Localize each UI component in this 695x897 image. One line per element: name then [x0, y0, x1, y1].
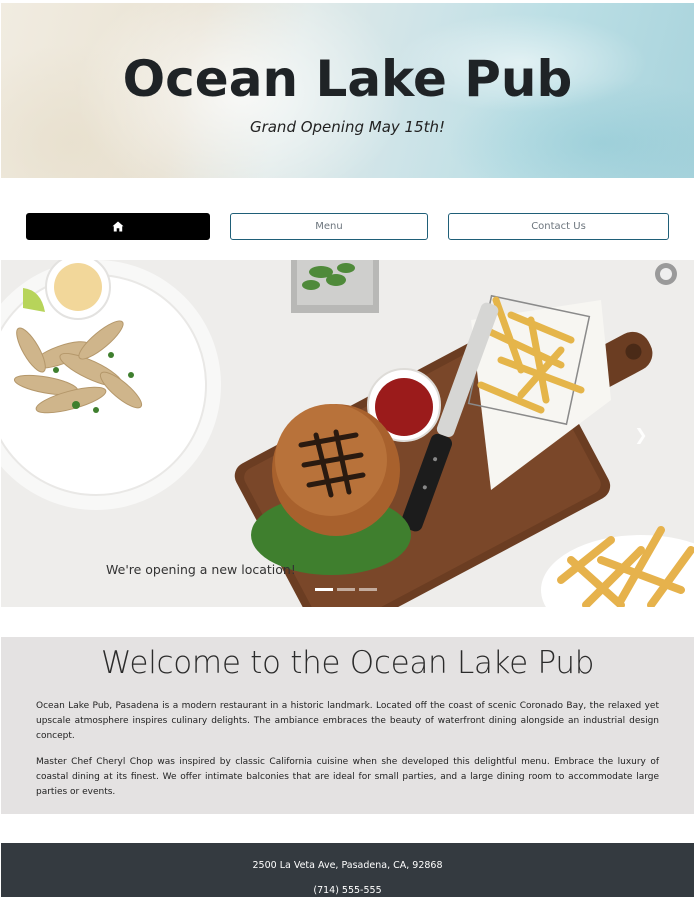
footer: 2500 La Veta Ave, Pasadena, CA, 92868 (7… — [1, 843, 694, 897]
chevron-right-icon: ❯ — [634, 424, 648, 444]
carousel-next-button[interactable]: ❯ — [631, 420, 651, 448]
nav-contact-button[interactable]: Contact Us — [448, 213, 669, 240]
nav-menu-button[interactable]: Menu — [230, 213, 428, 240]
hero-banner: Ocean Lake Pub Grand Opening May 15th! — [1, 3, 694, 178]
carousel-caption: We're opening a new location! — [106, 562, 296, 577]
carousel-food-image — [1, 260, 694, 607]
site-title: Ocean Lake Pub — [122, 50, 573, 108]
carousel[interactable]: ❮ ❯ We're opening a new location! — [1, 260, 694, 607]
nav-home-button[interactable] — [26, 213, 210, 240]
footer-phone: (714) 555-555 — [313, 885, 382, 896]
chevron-left-icon: ❮ — [48, 424, 62, 444]
welcome-paragraph-2: Master Chef Cheryl Chop was inspired by … — [36, 757, 659, 797]
welcome-title: Welcome to the Ocean Lake Pub — [100, 645, 595, 681]
carousel-indicator-1[interactable] — [315, 588, 333, 591]
welcome-section: Welcome to the Ocean Lake Pub Ocean Lake… — [1, 637, 694, 814]
footer-address: 2500 La Veta Ave, Pasadena, CA, 92868 — [252, 860, 443, 871]
carousel-indicators — [315, 588, 377, 591]
welcome-paragraph-1: Ocean Lake Pub, Pasadena is a modern res… — [36, 701, 659, 741]
carousel-indicator-2[interactable] — [337, 588, 355, 591]
carousel-prev-button[interactable]: ❮ — [45, 420, 65, 448]
carousel-indicator-3[interactable] — [359, 588, 377, 591]
home-icon — [112, 221, 124, 232]
site-subtitle: Grand Opening May 15th! — [249, 118, 446, 136]
